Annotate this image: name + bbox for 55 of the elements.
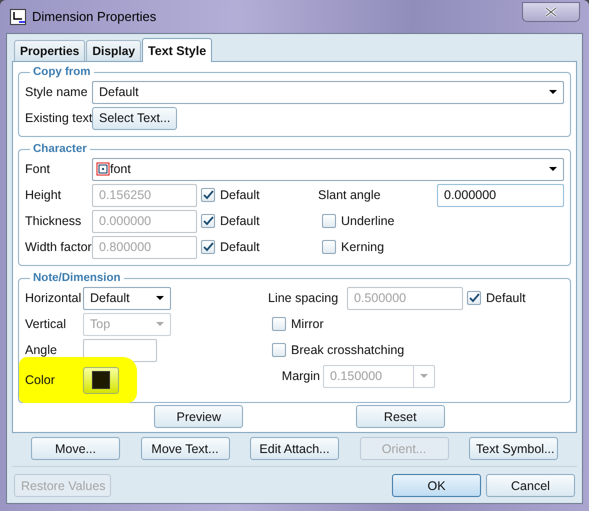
tab[interactable]: Properties <box>14 40 86 61</box>
action-button[interactable]: Move... <box>31 437 120 460</box>
checkbox-label: Default <box>220 214 260 228</box>
field-label: Style name <box>25 85 89 99</box>
checkbox-label: Mirror <box>291 317 324 331</box>
field-label: Vertical <box>25 317 67 331</box>
action-button[interactable]: Edit Attach... <box>250 437 339 460</box>
cancel-button[interactable]: Cancel <box>486 474 575 497</box>
action-button[interactable]: Text Symbol... <box>469 437 558 460</box>
checkbox[interactable] <box>272 343 286 357</box>
panel-button[interactable]: Preview <box>154 405 244 428</box>
select-text-button[interactable]: Select Text... <box>92 106 178 130</box>
field-label: Height <box>25 188 62 202</box>
field-label: Font <box>25 162 52 176</box>
close-button[interactable] <box>522 2 580 22</box>
checkbox-label: Default <box>220 188 260 202</box>
field-label: Line spacing <box>268 291 340 305</box>
field-label: Width factor <box>25 240 92 254</box>
checkbox-label: Underline <box>341 214 395 228</box>
field-label: Thickness <box>25 214 82 228</box>
dropdown[interactable]: Default <box>83 286 171 310</box>
field-label: Slant angle <box>318 188 382 202</box>
caret-icon <box>420 374 428 378</box>
field-label: Angle <box>25 343 58 357</box>
field-label: Existing text <box>25 111 92 125</box>
style-name-dropdown[interactable]: Default <box>92 80 564 104</box>
panel-button[interactable]: Reset <box>356 405 445 428</box>
color-button[interactable] <box>83 366 119 394</box>
close-icon <box>544 7 558 17</box>
group-title: Character <box>32 143 88 155</box>
checkbox-label: Default <box>486 291 526 305</box>
checkbox-label: Break crosshatching <box>291 343 404 357</box>
tab[interactable]: Text Style <box>142 38 212 62</box>
field-label: Color <box>25 373 56 387</box>
action-button[interactable]: Move Text... <box>140 437 230 460</box>
window-title: Dimension Properties <box>32 9 156 24</box>
dimension-icon <box>10 8 26 24</box>
field-label: Horizontal <box>25 291 82 305</box>
checkbox[interactable] <box>322 240 336 254</box>
checkbox[interactable] <box>322 214 336 228</box>
caret-icon <box>549 166 557 172</box>
caret-icon <box>156 322 164 326</box>
input-field[interactable]: 0.000000 <box>437 184 564 206</box>
font-icon <box>96 162 110 176</box>
checkbox-label: Default <box>220 240 260 254</box>
tab[interactable]: Display <box>86 40 142 61</box>
field-label: Margin <box>280 369 321 383</box>
caret-icon <box>156 296 164 300</box>
group-title: Copy from <box>32 66 92 78</box>
font-dropdown[interactable]: font <box>92 158 564 180</box>
ok-button[interactable]: OK <box>392 474 481 497</box>
checkbox[interactable] <box>272 317 286 331</box>
checkbox-label: Kerning <box>341 240 384 254</box>
caret-icon <box>549 90 557 94</box>
group-title: Note/Dimension <box>32 272 122 284</box>
